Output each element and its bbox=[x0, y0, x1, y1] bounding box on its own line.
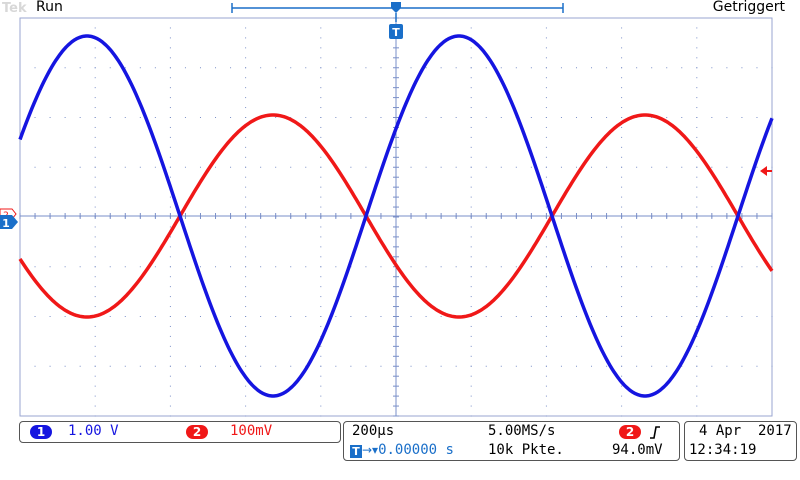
timebase-trigger-panel[interactable]: 200µs 5.00MS/s 2 T →▾0.00000 s 10k Pkte. … bbox=[343, 421, 680, 461]
time: 12:34:19 bbox=[689, 442, 757, 458]
ch2-scale[interactable]: 100mV bbox=[230, 423, 272, 439]
arrow-icon: →▾ bbox=[362, 443, 379, 457]
record-length[interactable]: 10k Pkte. bbox=[488, 442, 564, 458]
date: 4 Apr 2017 bbox=[699, 423, 792, 439]
trigger-source-badge[interactable]: 2 bbox=[619, 425, 641, 439]
top-status-bar: Tek Run Getriggert bbox=[0, 0, 800, 18]
rising-edge-icon bbox=[650, 426, 660, 439]
graticule bbox=[19, 17, 773, 417]
run-status[interactable]: Run bbox=[36, 0, 63, 15]
waveform-display: T 2 1 bbox=[0, 2, 774, 417]
ch2-badge[interactable]: 2 bbox=[186, 425, 208, 439]
trigger-status: Getriggert bbox=[712, 0, 785, 15]
trigger-icon: T bbox=[350, 445, 362, 458]
ch1-badge[interactable]: 1 bbox=[30, 425, 52, 439]
trigger-level[interactable]: 94.0mV bbox=[612, 442, 663, 458]
svg-text:1: 1 bbox=[2, 217, 10, 230]
time-per-div[interactable]: 200µs bbox=[352, 423, 394, 439]
tek-logo: Tek bbox=[2, 1, 27, 16]
trigger-position-marker[interactable]: T bbox=[389, 24, 403, 39]
bottom-status-bar: 1 1.00 V 2 100mV 200µs 5.00MS/s 2 T →▾0.0… bbox=[0, 418, 800, 480]
datetime-panel: 4 Apr 2017 12:34:19 bbox=[684, 421, 797, 461]
ch1-ground-marker[interactable]: 1 bbox=[0, 215, 18, 230]
channel-scale-panel[interactable]: 1 1.00 V 2 100mV bbox=[19, 421, 341, 443]
ch1-scale[interactable]: 1.00 V bbox=[68, 423, 119, 439]
svg-text:T: T bbox=[392, 26, 400, 39]
trigger-level-marker[interactable] bbox=[760, 166, 772, 176]
sample-rate: 5.00MS/s bbox=[488, 423, 556, 439]
delay-value: 0.00000 s bbox=[378, 442, 454, 458]
delay-readout[interactable]: T →▾0.00000 s bbox=[350, 442, 454, 458]
